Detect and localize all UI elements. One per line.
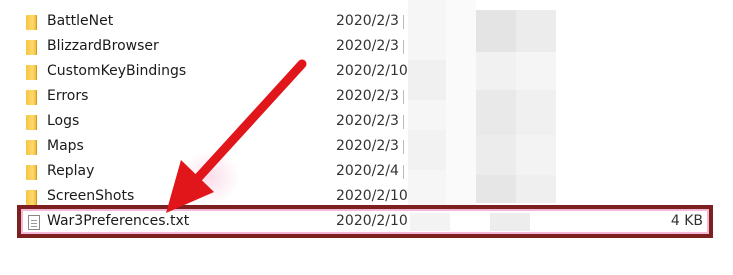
list-item[interactable]: Replay 2020/2/4	[0, 160, 733, 185]
list-item[interactable]: Logs 2020/2/3	[0, 110, 733, 135]
folder-icon	[26, 65, 40, 80]
list-item[interactable]: BlizzardBrowser 2020/2/3	[0, 35, 733, 60]
list-item[interactable]: CustomKeyBindings 2020/2/10	[0, 60, 733, 85]
file-date: 2020/2/3	[336, 138, 399, 154]
file-date: 2020/2/3	[336, 38, 399, 54]
file-name: ScreenShots	[47, 188, 135, 204]
file-date: 2020/2/4	[336, 163, 399, 179]
file-date: 2020/2/3	[336, 13, 399, 29]
file-explorer-list: BattleNet 2020/2/3 BlizzardBrowser 2020/…	[0, 0, 733, 275]
file-date: 2020/2/10	[336, 63, 408, 79]
folder-icon	[26, 15, 40, 30]
highlight-glow	[180, 150, 240, 205]
file-name: Logs	[47, 113, 80, 129]
folder-icon	[26, 140, 40, 155]
file-name: BattleNet	[47, 13, 114, 29]
file-name: Replay	[47, 163, 95, 179]
date-truncation	[403, 40, 409, 54]
date-truncation	[403, 15, 409, 29]
list-item[interactable]: BattleNet 2020/2/3	[0, 10, 733, 35]
file-name: BlizzardBrowser	[47, 38, 159, 54]
list-item[interactable]: Maps 2020/2/3	[0, 135, 733, 160]
highlight-box	[17, 205, 713, 238]
file-name: Maps	[47, 138, 84, 154]
file-date: 2020/2/3	[336, 88, 399, 104]
file-name: Errors	[47, 88, 89, 104]
file-date: 2020/2/10	[336, 188, 408, 204]
file-name: CustomKeyBindings	[47, 63, 187, 79]
date-truncation	[403, 140, 409, 154]
folder-icon	[26, 165, 40, 180]
date-truncation	[403, 90, 409, 104]
folder-icon	[26, 90, 40, 105]
date-truncation	[403, 165, 409, 179]
folder-icon	[26, 40, 40, 55]
list-item[interactable]: Errors 2020/2/3	[0, 85, 733, 110]
folder-icon	[26, 190, 40, 205]
folder-icon	[26, 115, 40, 130]
file-date: 2020/2/3	[336, 113, 399, 129]
date-truncation	[403, 115, 409, 129]
